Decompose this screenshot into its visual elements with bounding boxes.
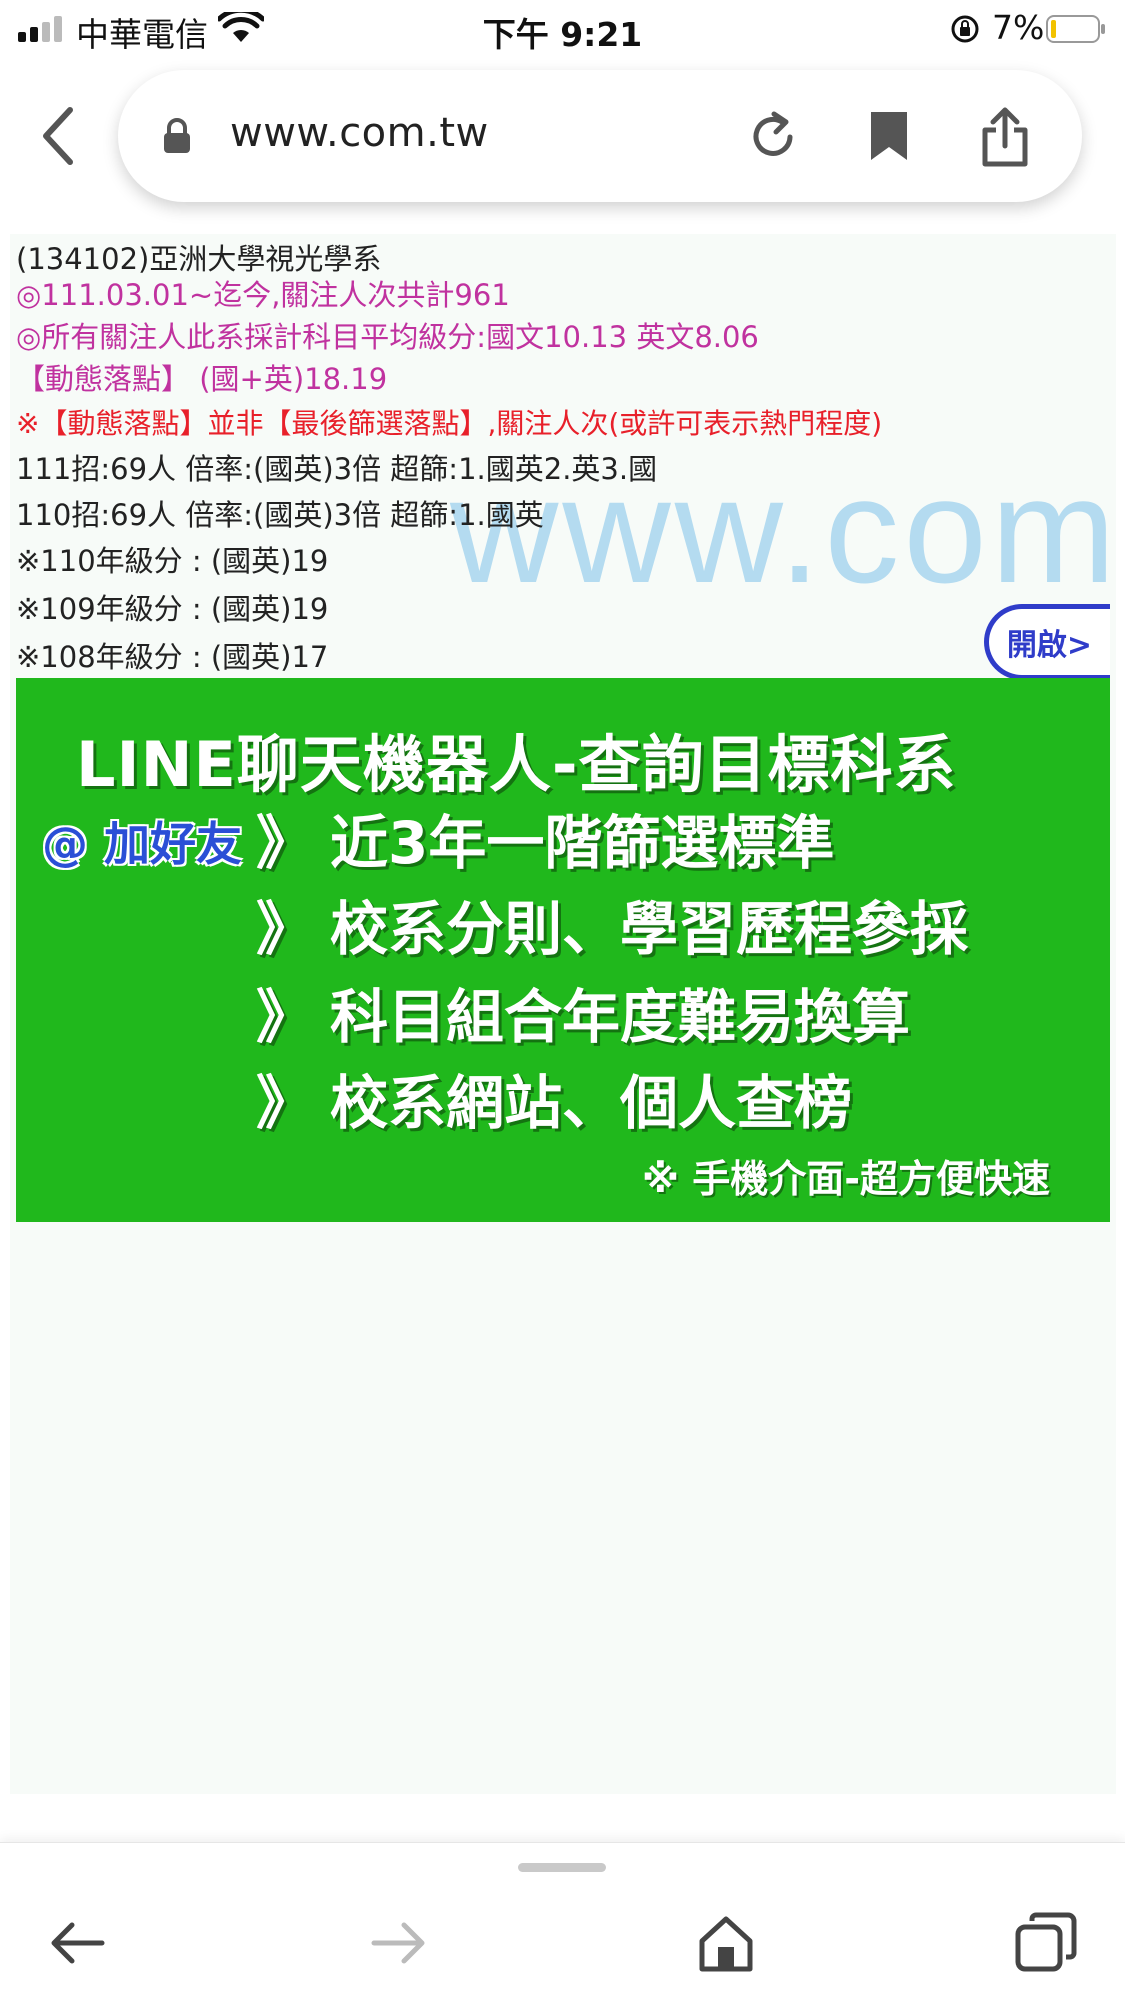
status-bar: 中華電信 下午 9:21 7% [0, 0, 1125, 60]
watch-period: ◎111.03.01~迄今,關注人次共計961 [16, 278, 510, 312]
bookmark-icon[interactable] [868, 110, 910, 162]
placement-note: ※【動態落點】並非【最後篩選落點】,關注人次(或許可表示熱門程度) [16, 407, 883, 440]
line-bot-banner[interactable]: LINE聊天機器人-查詢目標科系 @ 加好友 》近3年一階篩選標準 》校系分則、… [16, 678, 1110, 1222]
open-button[interactable]: 開啟> [984, 604, 1110, 680]
home-icon[interactable] [694, 1911, 758, 1975]
web-page: www.com.tw (134102)亞洲大學視光學系 ◎111.03.01~迄… [10, 234, 1116, 1794]
average-scores: ◎所有關注人此系採計科目平均級分:國文10.13 英文8.06 [16, 320, 759, 354]
signal-icon [18, 16, 62, 42]
back-arrow-icon[interactable] [46, 1911, 110, 1975]
back-chevron-icon[interactable] [38, 106, 78, 166]
admission-111: 111招:69人 倍率:(國英)3倍 超篩:1.國英2.英3.國 [16, 452, 658, 486]
chevron-right-icon: 》 [256, 983, 315, 1051]
chevron-right-icon: 》 [256, 895, 315, 963]
grade-110: ※110年級分 : (國英)19 [16, 544, 329, 578]
chevron-right-icon: 》 [256, 809, 315, 877]
reload-icon[interactable] [746, 110, 800, 164]
rotation-lock-icon [951, 15, 979, 43]
grade-109: ※109年級分 : (國英)19 [16, 592, 329, 626]
chevron-right-icon: 》 [256, 1069, 315, 1137]
admission-110: 110招:69人 倍率:(國英)3倍 超篩:1.國英 [16, 498, 544, 532]
banner-feature: 》近3年一階篩選標準 [256, 809, 835, 877]
wifi-icon [218, 12, 264, 42]
carrier-name: 中華電信 [76, 15, 208, 54]
banner-footer: ※ 手機介面-超方便快速 [642, 1157, 1050, 1201]
battery-percent: 7% [992, 8, 1045, 47]
banner-feature: 》科目組合年度難易換算 [256, 983, 911, 1051]
url-text[interactable]: www.com.tw [230, 110, 489, 156]
banner-feature: 》校系分則、學習歷程參採 [256, 895, 969, 963]
add-friend-label[interactable]: @ 加好友 [42, 808, 242, 874]
bottom-toolbar [0, 1842, 1125, 2000]
banner-title: LINE聊天機器人-查詢目標科系 [76, 728, 957, 801]
forward-arrow-icon[interactable] [366, 1911, 430, 1975]
dynamic-placement: 【動態落點】 (國+英)18.19 [16, 362, 388, 396]
banner-feature: 》校系網站、個人查榜 [256, 1069, 853, 1137]
lock-icon [164, 118, 190, 153]
grade-108: ※108年級分 : (國英)17 [16, 640, 329, 674]
clock: 下午 9:21 [482, 15, 643, 54]
tabs-icon[interactable] [1014, 1911, 1078, 1975]
address-bar[interactable]: www.com.tw [118, 70, 1082, 202]
drag-handle[interactable] [518, 1863, 606, 1872]
department-info: www.com.tw (134102)亞洲大學視光學系 ◎111.03.01~迄… [10, 234, 1116, 680]
share-icon[interactable] [980, 106, 1030, 168]
battery-icon [1046, 15, 1105, 43]
